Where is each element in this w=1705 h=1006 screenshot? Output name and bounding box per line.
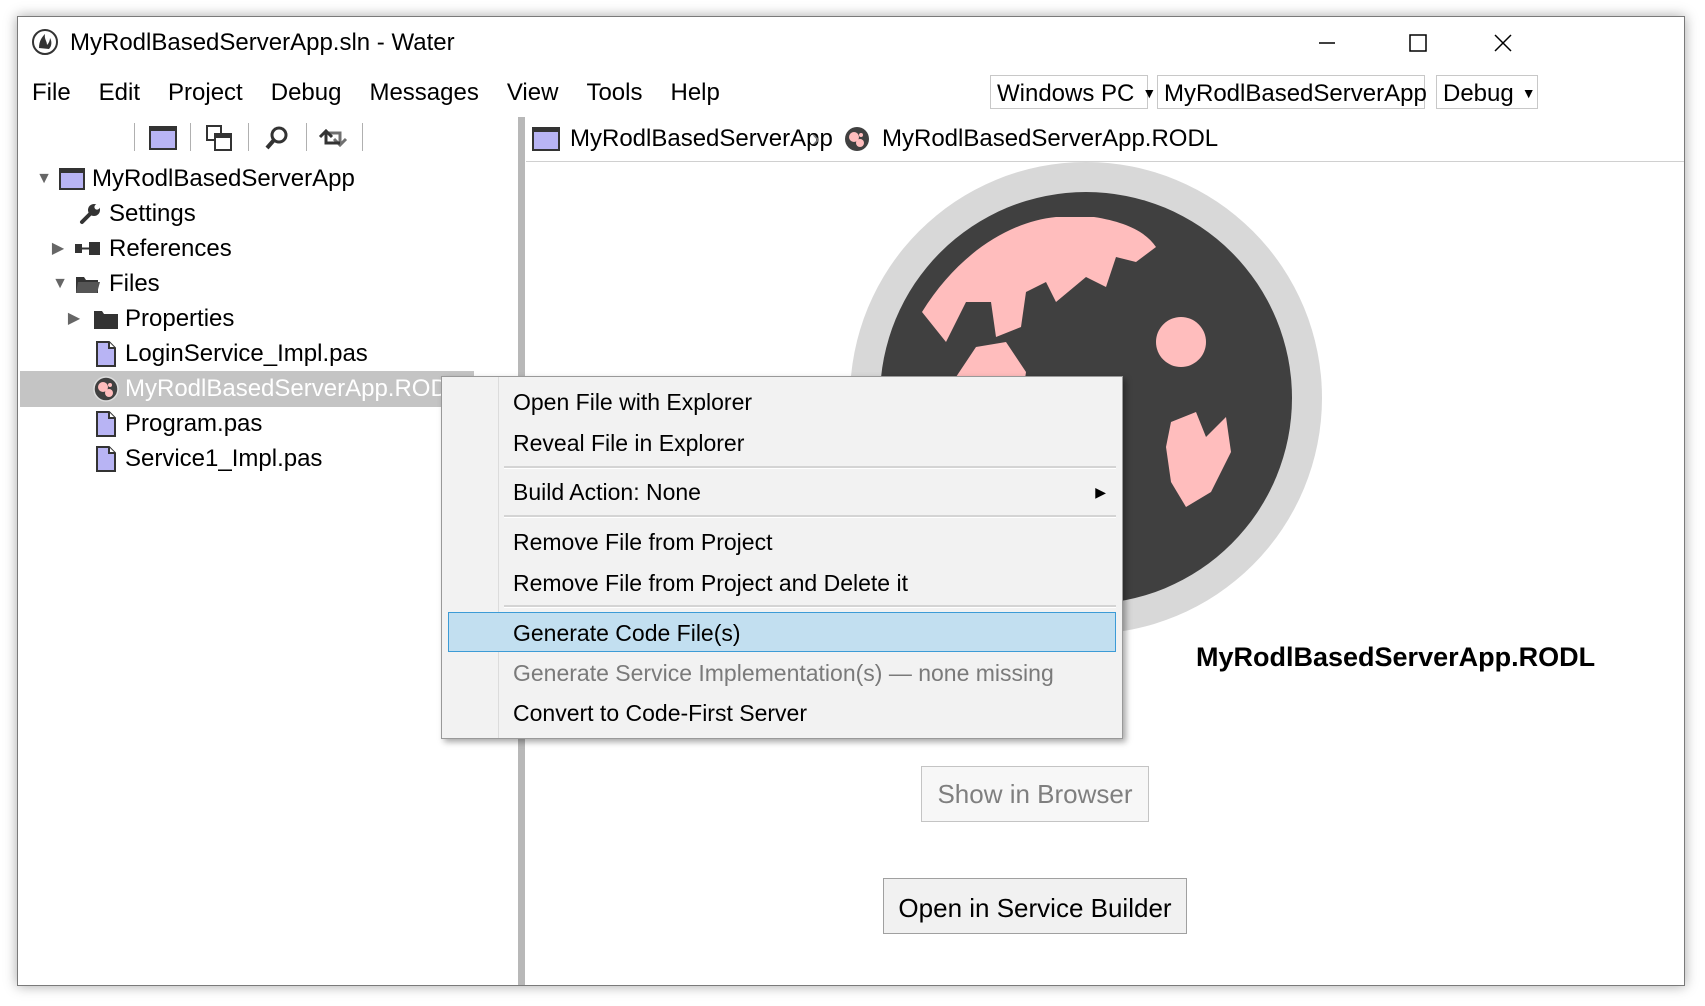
breadcrumb-file[interactable]: MyRodlBasedServerApp.RODL xyxy=(882,117,1218,161)
dropdown-arrow-icon: ▼ xyxy=(1142,85,1157,101)
tree-item-references[interactable]: ▶ References xyxy=(18,231,515,267)
pas-file-icon xyxy=(92,340,120,368)
menu-tools[interactable]: Tools xyxy=(572,73,656,113)
menu-item-label: Reveal File in Explorer xyxy=(513,430,745,456)
configuration-dropdown-value: Debug xyxy=(1443,80,1514,107)
platform-dropdown[interactable]: Windows PC ▼ xyxy=(990,75,1156,109)
menu-item-label: Generate Code File(s) xyxy=(513,620,741,646)
menu-item-generate-service-impl[interactable]: Generate Service Implementation(s) — non… xyxy=(442,653,1122,693)
toolbar-separator xyxy=(306,123,307,151)
project-view-button[interactable] xyxy=(148,123,178,153)
tree-item-label: LoginService_Impl.pas xyxy=(125,340,368,367)
menu-item-label: Remove File from Project and Delete it xyxy=(513,570,908,596)
tree-item-label: Program.pas xyxy=(125,410,263,437)
project-dropdown[interactable]: MyRodlBasedServerApp▼ xyxy=(1157,75,1449,109)
pas-file-icon xyxy=(92,445,120,473)
project-view-icon xyxy=(149,126,177,150)
tree-item-label: References xyxy=(109,235,232,262)
menu-messages[interactable]: Messages xyxy=(355,73,492,113)
menu-item-remove-and-delete[interactable]: Remove File from Project and Delete it xyxy=(442,563,1122,603)
toolbar-separator xyxy=(362,123,363,151)
references-icon xyxy=(74,235,102,263)
show-in-browser-button[interactable]: Show in Browser xyxy=(921,766,1149,822)
maximize-icon xyxy=(1409,34,1427,52)
tree-item-project[interactable]: ▼ MyRodlBasedServerApp xyxy=(18,161,515,197)
toolbar-separator xyxy=(248,123,249,151)
menu-item-label: Build Action: None xyxy=(513,479,701,505)
menu-item-build-action[interactable]: Build Action: None ▶ xyxy=(442,472,1122,512)
tree-item-label: MyRodlBasedServerApp.RODL xyxy=(125,375,462,402)
collapsed-arrow-icon[interactable]: ▶ xyxy=(48,231,68,267)
maximize-button[interactable] xyxy=(1386,23,1450,63)
menu-separator xyxy=(504,605,1116,608)
submenu-arrow-icon: ▶ xyxy=(1095,484,1106,500)
open-folder-icon xyxy=(74,270,102,298)
window-title: MyRodlBasedServerApp.sln - Water xyxy=(70,29,455,56)
configuration-dropdown[interactable]: Debug ▼ xyxy=(1436,75,1538,109)
toolbar-separator xyxy=(190,123,191,151)
open-in-service-builder-button[interactable]: Open in Service Builder xyxy=(883,878,1187,934)
folder-icon xyxy=(92,305,120,333)
menu-help[interactable]: Help xyxy=(656,73,733,113)
project-icon xyxy=(532,127,560,156)
menu-item-open-with-explorer[interactable]: Open File with Explorer xyxy=(442,382,1122,422)
title-bar: MyRodlBasedServerApp.sln - Water xyxy=(18,17,1684,69)
menu-bar: File Edit Project Debug Messages View To… xyxy=(18,73,734,113)
project-dropdown-value: MyRodlBasedServerApp xyxy=(1164,80,1427,107)
file-title: MyRodlBasedServerApp.RODL xyxy=(1196,642,1596,672)
pas-file-icon xyxy=(92,410,120,438)
tree-item-file-selected[interactable]: MyRodlBasedServerApp.RODL xyxy=(20,371,474,407)
rodl-file-icon xyxy=(92,375,120,403)
tree-item-label: Properties xyxy=(125,305,235,332)
tree-item-file[interactable]: LoginService_Impl.pas xyxy=(18,336,515,372)
dropdown-arrow-icon: ▼ xyxy=(1521,85,1536,101)
menu-item-label: Convert to Code-First Server xyxy=(513,700,807,726)
windows-icon xyxy=(206,125,232,151)
expanded-arrow-icon[interactable]: ▼ xyxy=(50,266,70,302)
platform-dropdown-value: Windows PC xyxy=(997,80,1135,107)
tree-item-label: MyRodlBasedServerApp xyxy=(92,165,355,192)
context-menu: Open File with Explorer Reveal File in E… xyxy=(441,376,1123,739)
menu-item-generate-code[interactable]: Generate Code File(s) xyxy=(448,612,1116,652)
tree-item-settings[interactable]: Settings xyxy=(18,196,515,232)
tree-item-label: Files xyxy=(109,270,160,297)
minimize-icon xyxy=(1319,42,1335,44)
menu-item-label: Generate Service Implementation(s) — non… xyxy=(513,660,1054,686)
tree-item-properties[interactable]: ▶ Properties xyxy=(18,301,515,337)
sidebar-toolbar xyxy=(18,117,518,157)
search-button[interactable] xyxy=(262,123,292,153)
toolbar-separator xyxy=(134,123,135,151)
windows-button[interactable] xyxy=(204,123,234,153)
tree-item-files[interactable]: ▼ Files xyxy=(18,266,515,302)
menu-item-reveal-in-explorer[interactable]: Reveal File in Explorer xyxy=(442,423,1122,463)
menu-separator xyxy=(504,466,1116,469)
menu-item-convert-code-first[interactable]: Convert to Code-First Server xyxy=(442,693,1122,733)
water-app-icon xyxy=(32,29,58,55)
collapsed-arrow-icon[interactable]: ▶ xyxy=(64,301,84,337)
close-button[interactable] xyxy=(1471,23,1535,63)
menu-view[interactable]: View xyxy=(493,73,573,113)
tree-item-label: Settings xyxy=(109,200,196,227)
expanded-arrow-icon[interactable]: ▼ xyxy=(34,161,54,197)
breadcrumb: MyRodlBasedServerApp › MyRodlBasedServer… xyxy=(526,117,1684,162)
breadcrumb-project[interactable]: MyRodlBasedServerApp xyxy=(570,117,833,161)
breadcrumb-separator-icon: › xyxy=(812,125,820,152)
menu-item-label: Open File with Explorer xyxy=(513,389,753,415)
wrench-icon xyxy=(76,200,104,228)
sync-icon xyxy=(318,128,348,148)
minimize-button[interactable] xyxy=(1295,23,1359,63)
sync-button[interactable] xyxy=(318,123,348,153)
tree-item-label: Service1_Impl.pas xyxy=(125,445,323,472)
menu-file[interactable]: File xyxy=(18,73,85,113)
menu-edit[interactable]: Edit xyxy=(85,73,154,113)
menu-debug[interactable]: Debug xyxy=(257,73,356,113)
rodl-file-icon xyxy=(844,126,870,158)
menu-separator xyxy=(504,515,1116,518)
search-icon xyxy=(265,126,288,150)
close-icon xyxy=(1494,34,1512,52)
menu-project[interactable]: Project xyxy=(154,73,257,113)
menu-item-remove-from-project[interactable]: Remove File from Project xyxy=(442,522,1122,562)
menu-item-label: Remove File from Project xyxy=(513,529,773,555)
project-icon xyxy=(58,165,86,193)
